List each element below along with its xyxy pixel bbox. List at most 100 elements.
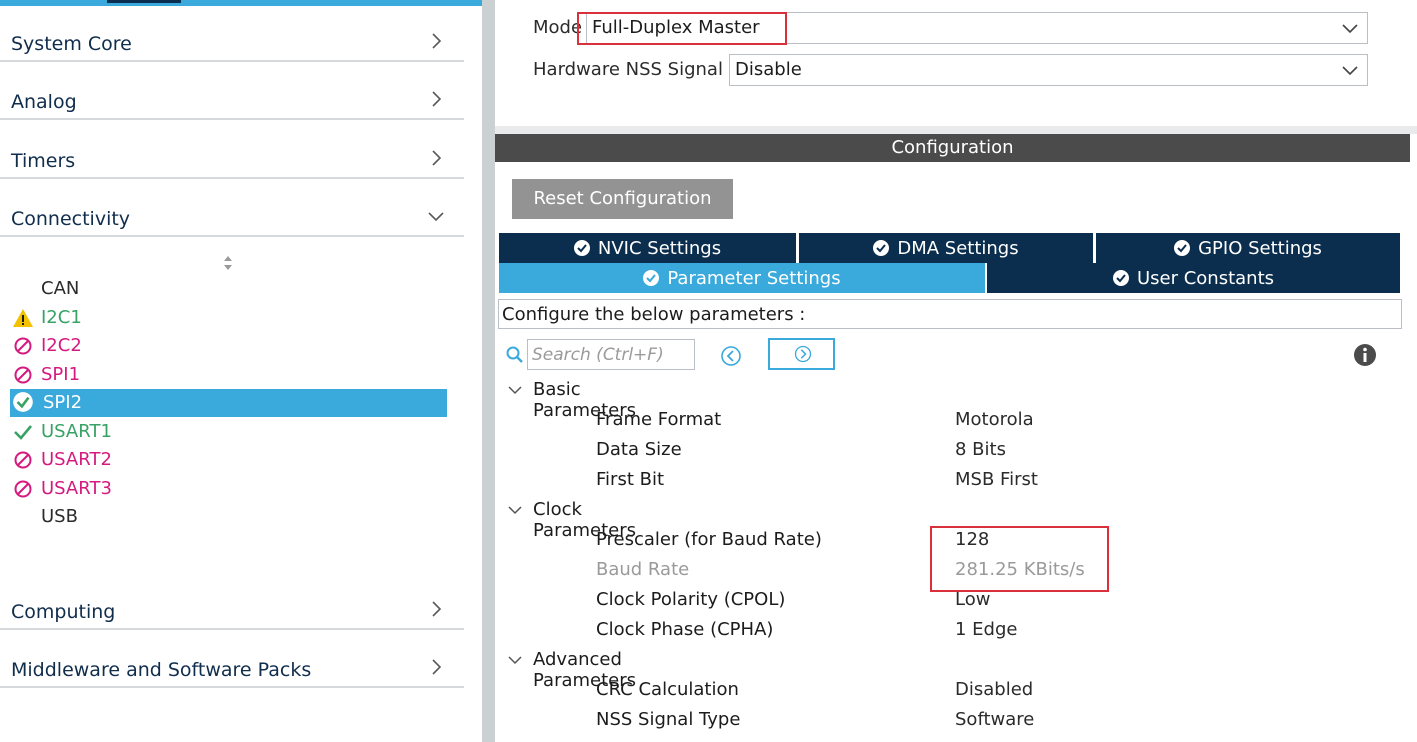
mode-label: Mode <box>533 17 583 38</box>
param-name: CRC Calculation <box>596 679 739 700</box>
nss-label: Hardware NSS Signal <box>533 59 723 80</box>
param-row-frame-format[interactable]: Frame Format Motorola <box>596 407 1396 435</box>
param-row-cpha[interactable]: Clock Phase (CPHA) 1 Edge <box>596 617 1396 645</box>
tab-user-constants[interactable]: User Constants <box>987 263 1400 293</box>
next-result-icon <box>794 345 812 363</box>
peripheral-spi2[interactable]: SPI2 <box>10 389 447 417</box>
param-value[interactable]: 8 Bits <box>955 439 1006 460</box>
category-computing[interactable]: Computing <box>0 572 464 630</box>
param-name: NSS Signal Type <box>596 709 741 730</box>
warning-icon <box>13 309 33 327</box>
param-name: Baud Rate <box>596 559 690 580</box>
param-row-crc-calculation[interactable]: CRC Calculation Disabled <box>596 677 1396 705</box>
param-name: Data Size <box>596 439 682 460</box>
check-circle-icon <box>1174 240 1191 256</box>
check-circle-icon <box>573 240 590 256</box>
param-name: Clock Polarity (CPOL) <box>596 589 786 610</box>
param-row-data-size[interactable]: Data Size 8 Bits <box>596 437 1396 465</box>
search-input[interactable] <box>527 339 695 370</box>
configuration-header: Configuration <box>495 134 1410 162</box>
category-system-core[interactable]: System Core <box>0 4 464 62</box>
param-value[interactable]: MSB First <box>955 469 1038 490</box>
highlight-mode <box>577 12 787 45</box>
peripheral-label: SPI2 <box>43 392 83 413</box>
check-circle-icon <box>873 240 890 256</box>
chevron-down-icon <box>508 506 522 515</box>
peripheral-label: USART1 <box>41 421 112 442</box>
tab-nvic-settings[interactable]: NVIC Settings <box>499 233 796 263</box>
peripheral-i2c2[interactable]: I2C2 <box>10 332 447 360</box>
peripheral-usart2[interactable]: USART2 <box>10 446 447 474</box>
param-value[interactable]: 1 Edge <box>955 619 1017 640</box>
disabled-icon <box>14 480 32 498</box>
chevron-down-icon <box>1342 24 1358 34</box>
peripheral-spi1[interactable]: SPI1 <box>10 361 447 389</box>
next-result-button[interactable] <box>768 338 835 370</box>
disabled-icon <box>14 451 32 469</box>
check-circle-icon <box>1112 270 1129 286</box>
category-label: Timers <box>11 150 76 172</box>
tab-gpio-settings[interactable]: GPIO Settings <box>1096 233 1400 263</box>
configuration-panel: Mode Full-Duplex Master Hardware NSS Sig… <box>495 0 1417 742</box>
checkmark-icon <box>14 425 32 440</box>
param-row-first-bit[interactable]: First Bit MSB First <box>596 467 1396 495</box>
peripheral-label: I2C2 <box>41 335 82 356</box>
category-connectivity[interactable]: Connectivity <box>0 179 464 237</box>
peripheral-label: I2C1 <box>41 307 82 328</box>
nss-select-value: Disable <box>735 59 802 80</box>
category-label: Connectivity <box>11 208 131 230</box>
tab-parameter-settings[interactable]: Parameter Settings <box>499 263 985 293</box>
peripheral-i2c1[interactable]: I2C1 <box>10 304 447 332</box>
peripheral-can[interactable]: CAN <box>10 275 447 303</box>
highlight-baud-settings <box>930 526 1109 592</box>
param-value[interactable]: Software <box>955 709 1034 730</box>
param-value[interactable]: Low <box>955 589 990 610</box>
category-timers[interactable]: Timers <box>0 121 464 179</box>
tab-label: User Constants <box>1136 268 1275 289</box>
category-label: System Core <box>11 33 132 55</box>
param-value[interactable]: Disabled <box>955 679 1033 700</box>
chevron-down-icon <box>508 386 522 395</box>
peripheral-label: SPI1 <box>41 364 81 385</box>
reset-configuration-button[interactable]: Reset Configuration <box>512 179 733 219</box>
sort-arrows-icon[interactable] <box>221 254 235 272</box>
category-analog[interactable]: Analog <box>0 62 464 120</box>
param-row-nss-signal-type[interactable]: NSS Signal Type Software <box>596 707 1396 735</box>
disabled-icon <box>14 337 32 355</box>
param-name: Frame Format <box>596 409 722 430</box>
category-label: Computing <box>11 601 116 623</box>
chevron-right-icon <box>432 659 442 675</box>
mode-section: Mode Full-Duplex Master Hardware NSS Sig… <box>495 0 1417 126</box>
previous-result-icon[interactable] <box>719 344 743 368</box>
categories-panel: System Core Analog Timers Connectivity C… <box>0 0 482 742</box>
param-row-cpol[interactable]: Clock Polarity (CPOL) Low <box>596 587 1396 615</box>
param-name: Clock Phase (CPHA) <box>596 619 774 640</box>
peripheral-label: USART3 <box>41 478 112 499</box>
tab-label: Parameter Settings <box>667 268 841 289</box>
tab-label: NVIC Settings <box>597 238 722 259</box>
chevron-right-icon <box>432 601 442 617</box>
chevron-right-icon <box>432 33 442 49</box>
section-divider <box>495 126 1417 134</box>
nss-select[interactable]: Disable <box>729 54 1368 86</box>
tab-dma-settings[interactable]: DMA Settings <box>799 233 1093 263</box>
peripheral-usart3[interactable]: USART3 <box>10 475 447 503</box>
info-icon[interactable] <box>1353 343 1377 367</box>
peripheral-usb[interactable]: USB <box>10 503 447 531</box>
disabled-icon <box>14 366 32 384</box>
peripheral-label: CAN <box>41 278 80 299</box>
param-value[interactable]: Motorola <box>955 409 1034 430</box>
category-middleware[interactable]: Middleware and Software Packs <box>0 630 464 688</box>
peripheral-label: USART2 <box>41 449 112 470</box>
param-name: First Bit <box>596 469 665 490</box>
check-circle-icon <box>643 270 660 286</box>
search-icon <box>506 346 523 363</box>
param-name: Prescaler (for Baud Rate) <box>596 529 822 550</box>
peripheral-label: USB <box>41 506 78 527</box>
peripheral-usart1[interactable]: USART1 <box>10 418 447 446</box>
chevron-down-icon <box>508 656 522 665</box>
pane-splitter[interactable] <box>482 0 495 742</box>
category-label: Middleware and Software Packs <box>11 659 312 681</box>
tab-label: DMA Settings <box>897 238 1019 259</box>
chevron-right-icon <box>432 91 442 107</box>
